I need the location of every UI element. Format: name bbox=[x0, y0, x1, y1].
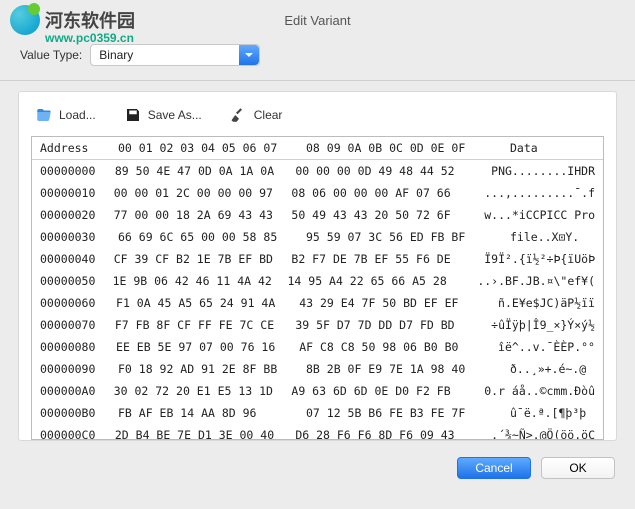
toolbar: Load... Save As... Clear bbox=[31, 104, 604, 136]
footer-buttons: Cancel OK bbox=[0, 451, 635, 491]
hex-row[interactable]: 0000003066 69 6C 65 00 00 58 8595 59 07 … bbox=[32, 226, 603, 248]
hex-row[interactable]: 00000080EE EB 5E 97 07 00 76 16AF C8 C8 … bbox=[32, 336, 603, 358]
broom-icon bbox=[230, 106, 248, 124]
load-button[interactable]: Load... bbox=[35, 106, 96, 124]
save-as-button[interactable]: Save As... bbox=[124, 106, 202, 124]
col-hex-2: 08 09 0A 0B 0C 0D 0E 0F bbox=[306, 141, 510, 155]
chevron-down-icon bbox=[239, 45, 259, 65]
folder-open-icon bbox=[35, 106, 53, 124]
hex-header: Address 00 01 02 03 04 05 06 07 08 09 0A… bbox=[32, 137, 603, 160]
hex-row[interactable]: 0000002077 00 00 18 2A 69 43 4350 49 43 … bbox=[32, 204, 603, 226]
value-type-select[interactable]: Binary bbox=[90, 44, 260, 66]
hex-row[interactable]: 000000B0FB AF EB 14 AA 8D 9607 12 5B B6 … bbox=[32, 402, 603, 424]
titlebar: Edit Variant bbox=[0, 0, 635, 40]
hex-row[interactable]: 00000090F0 18 92 AD 91 2E 8F BB8B 2B 0F … bbox=[32, 358, 603, 380]
col-data: Data bbox=[510, 141, 595, 155]
hex-table[interactable]: Address 00 01 02 03 04 05 06 07 08 09 0A… bbox=[31, 136, 604, 440]
editor-panel: Load... Save As... Clear Address 00 01 0… bbox=[18, 91, 617, 441]
floppy-disk-icon bbox=[124, 106, 142, 124]
value-type-label: Value Type: bbox=[20, 48, 82, 62]
col-hex-1: 00 01 02 03 04 05 06 07 bbox=[118, 141, 306, 155]
hex-row[interactable]: 000000501E 9B 06 42 46 11 4A 4214 95 A4 … bbox=[32, 270, 603, 292]
hex-row[interactable]: 000000A030 02 72 20 E1 E5 13 1DA9 63 6D … bbox=[32, 380, 603, 402]
hex-row[interactable]: 0000001000 00 01 2C 00 00 00 9708 06 00 … bbox=[32, 182, 603, 204]
divider bbox=[0, 80, 635, 81]
col-address: Address bbox=[40, 141, 118, 155]
cancel-button[interactable]: Cancel bbox=[457, 457, 531, 479]
hex-row[interactable]: 0000000089 50 4E 47 0D 0A 1A 0A00 00 00 … bbox=[32, 160, 603, 182]
value-type-selected: Binary bbox=[99, 48, 133, 62]
hex-row[interactable]: 000000C02D B4 BE 7E D1 3E 00 40D6 28 F6 … bbox=[32, 424, 603, 440]
hex-row[interactable]: 00000040CF 39 CF B2 1E 7B EF BDB2 F7 DE … bbox=[32, 248, 603, 270]
ok-button[interactable]: OK bbox=[541, 457, 615, 479]
hex-row[interactable]: 00000060F1 0A 45 A5 65 24 91 4A43 29 E4 … bbox=[32, 292, 603, 314]
clear-button[interactable]: Clear bbox=[230, 106, 283, 124]
hex-row[interactable]: 00000070F7 FB 8F CF FF FE 7C CE39 5F D7 … bbox=[32, 314, 603, 336]
window-title: Edit Variant bbox=[284, 13, 350, 28]
